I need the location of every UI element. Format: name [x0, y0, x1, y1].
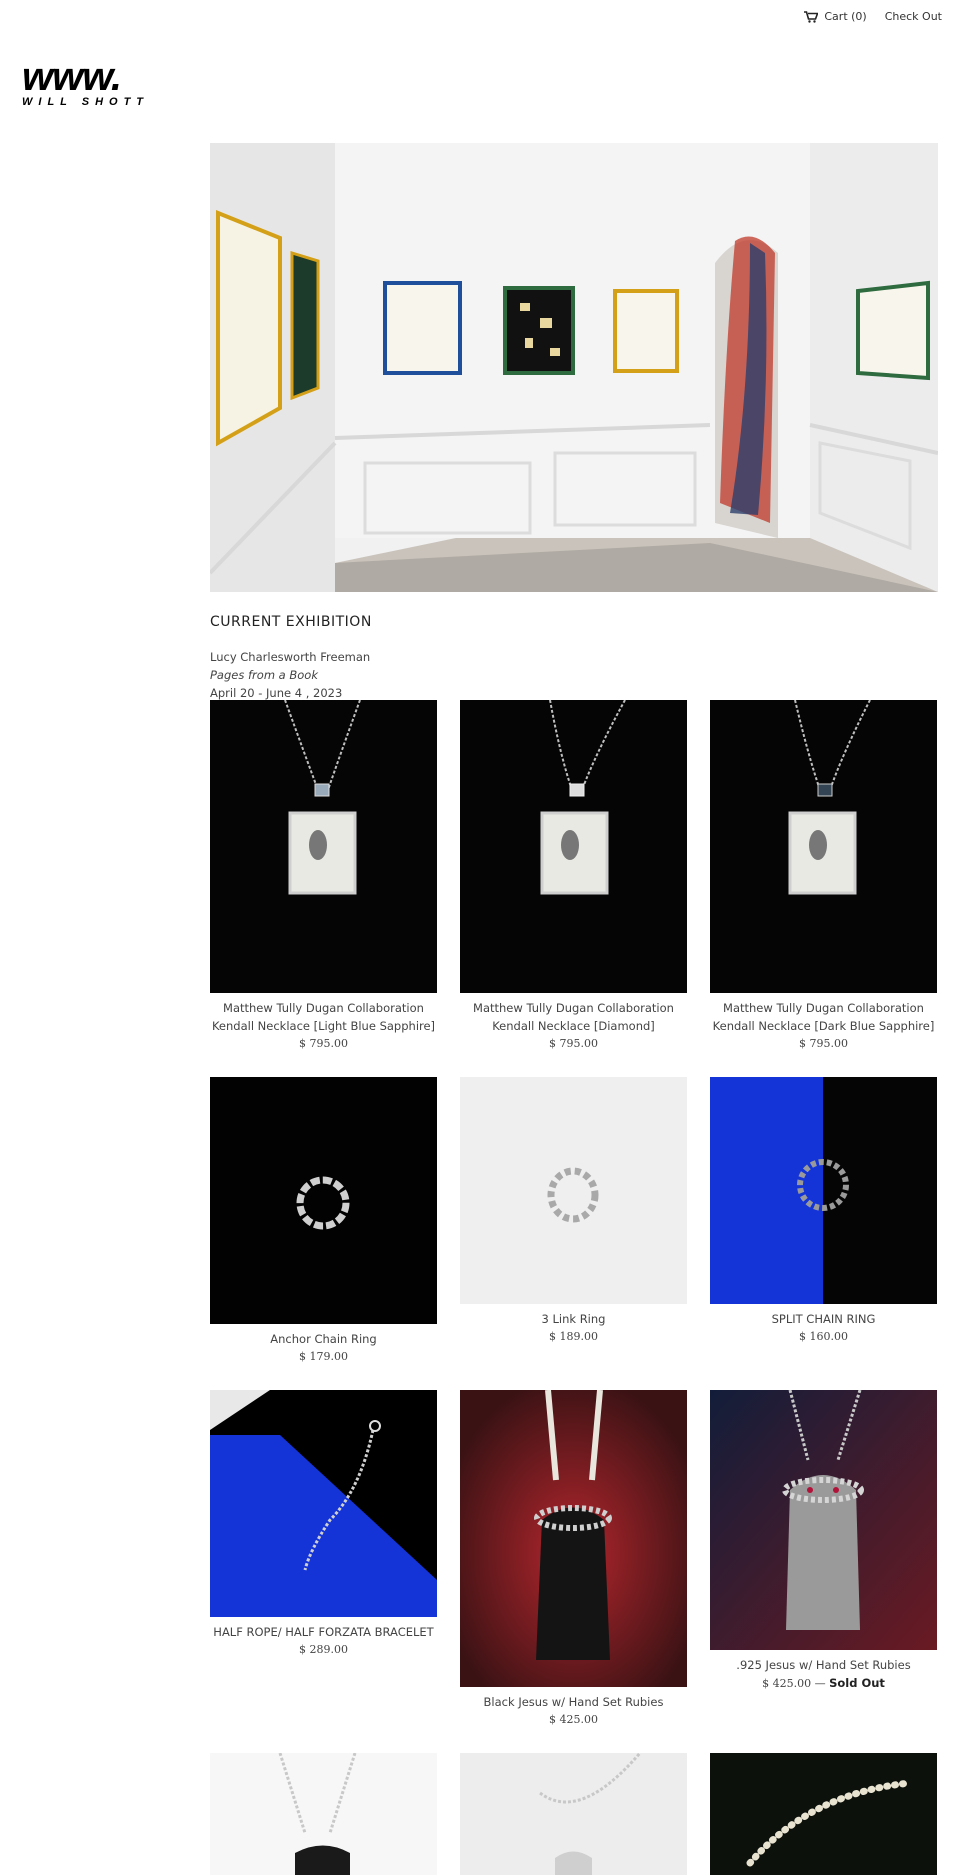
product-card[interactable]: Matthew Tully Dugan Collaboration Kendal…: [710, 700, 937, 1053]
product-image[interactable]: [710, 1753, 937, 1875]
product-image[interactable]: [460, 1753, 687, 1875]
product-image[interactable]: [710, 700, 937, 993]
product-image[interactable]: [210, 700, 437, 993]
product-image[interactable]: [460, 700, 687, 993]
product-image[interactable]: [210, 1077, 437, 1324]
product-image[interactable]: [460, 1077, 687, 1304]
product-card[interactable]: [210, 1753, 437, 1875]
product-card[interactable]: 3 Link Ring $ 189.00: [460, 1077, 687, 1346]
product-name-line2[interactable]: Kendall Necklace [Diamond]: [460, 1017, 687, 1035]
exhibition-show: Pages from a Book: [210, 668, 318, 682]
product-name[interactable]: .925 Jesus w/ Hand Set Rubies: [710, 1656, 937, 1674]
product-image[interactable]: [710, 1390, 937, 1650]
logo-sub: WILL SHOTT: [22, 96, 150, 108]
exhibition-info: CURRENT EXHIBITION Lucy Charlesworth Fre…: [210, 614, 372, 702]
product-card[interactable]: .925 Jesus w/ Hand Set Rubies $ 425.00 —…: [710, 1390, 937, 1693]
product-price: $ 795.00: [549, 1037, 598, 1050]
product-card[interactable]: [460, 1753, 687, 1875]
product-name[interactable]: Black Jesus w/ Hand Set Rubies: [460, 1693, 687, 1711]
product-name[interactable]: Matthew Tully Dugan Collaboration: [710, 999, 937, 1017]
product-price: $ 425.00 — Sold Out: [762, 1676, 885, 1690]
product-price: $ 795.00: [299, 1037, 348, 1050]
sold-out-badge: Sold Out: [829, 1676, 885, 1690]
product-image[interactable]: [460, 1390, 687, 1687]
site-logo[interactable]: www. WILL SHOTT: [22, 55, 150, 108]
exhibition-title: CURRENT EXHIBITION: [210, 614, 372, 630]
product-name[interactable]: HALF ROPE/ HALF FORZATA BRACELET: [210, 1623, 437, 1641]
hero-exhibition-image[interactable]: [210, 143, 938, 592]
product-card[interactable]: Anchor Chain Ring $ 179.00: [210, 1077, 437, 1366]
product-price: $ 189.00: [549, 1330, 598, 1343]
checkout-link[interactable]: Check Out: [885, 10, 942, 23]
product-name[interactable]: Matthew Tully Dugan Collaboration: [210, 999, 437, 1017]
product-price-value: $ 425.00: [762, 1677, 812, 1690]
cart-link[interactable]: Cart (0): [804, 10, 867, 23]
product-name[interactable]: Anchor Chain Ring: [210, 1330, 437, 1348]
product-card[interactable]: Matthew Tully Dugan Collaboration Kendal…: [460, 700, 687, 1053]
exhibition-artist: Lucy Charlesworth Freeman: [210, 650, 371, 664]
product-name-line2[interactable]: Kendall Necklace [Light Blue Sapphire]: [210, 1017, 437, 1035]
product-price: $ 179.00: [299, 1350, 348, 1363]
product-image[interactable]: [210, 1390, 437, 1617]
product-image[interactable]: [210, 1753, 437, 1875]
product-name-line2[interactable]: Kendall Necklace [Dark Blue Sapphire]: [710, 1017, 937, 1035]
top-nav: Cart (0) Check Out: [804, 10, 942, 23]
product-card[interactable]: SPLIT CHAIN RING $ 160.00: [710, 1077, 937, 1346]
product-name[interactable]: Matthew Tully Dugan Collaboration: [460, 999, 687, 1017]
product-name[interactable]: SPLIT CHAIN RING: [710, 1310, 937, 1328]
product-card[interactable]: Matthew Tully Dugan Collaboration Kendal…: [210, 700, 437, 1053]
product-price: $ 289.00: [299, 1643, 348, 1656]
cart-label: Cart (0): [824, 10, 867, 23]
product-price: $ 795.00: [799, 1037, 848, 1050]
product-card[interactable]: [710, 1753, 937, 1875]
product-name[interactable]: 3 Link Ring: [460, 1310, 687, 1328]
product-card[interactable]: HALF ROPE/ HALF FORZATA BRACELET $ 289.0…: [210, 1390, 437, 1659]
product-price: $ 425.00: [549, 1713, 598, 1726]
product-image[interactable]: [710, 1077, 937, 1304]
product-card[interactable]: Black Jesus w/ Hand Set Rubies $ 425.00: [460, 1390, 687, 1729]
product-price: $ 160.00: [799, 1330, 848, 1343]
logo-main: www.: [22, 55, 122, 99]
cart-icon: [804, 10, 819, 23]
